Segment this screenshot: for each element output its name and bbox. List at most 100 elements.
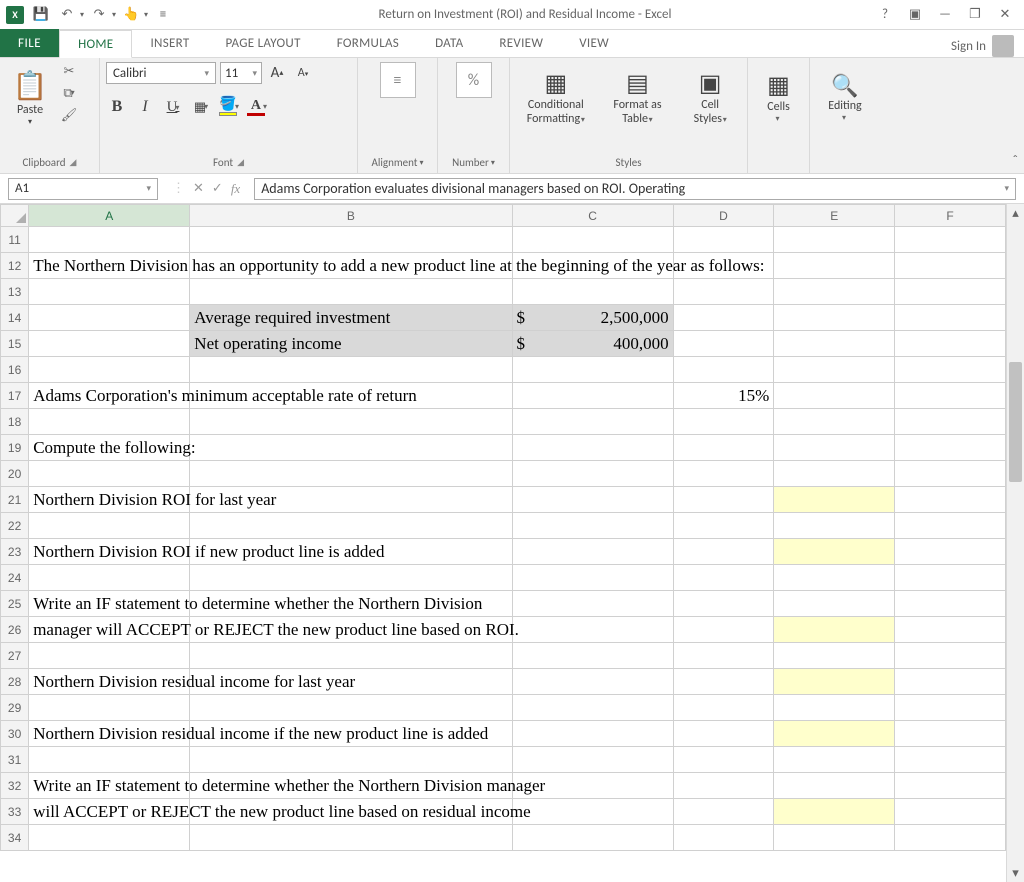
cell-A13[interactable]: [29, 279, 190, 305]
cut-button[interactable]: ✂: [60, 62, 78, 80]
vertical-scrollbar[interactable]: ▴ ▾: [1006, 204, 1024, 882]
cell-D34[interactable]: [673, 825, 774, 851]
close-button[interactable]: ✕: [996, 6, 1014, 24]
expand-formula-bar-icon[interactable]: ▾: [1004, 183, 1009, 194]
cell-B19[interactable]: [190, 435, 512, 461]
cell-C14[interactable]: $2,500,000: [512, 305, 673, 331]
cell-D15[interactable]: [673, 331, 774, 357]
cell-C11[interactable]: [512, 227, 673, 253]
cell-A21[interactable]: Northern Division ROI for last year: [29, 487, 190, 513]
row-header-23[interactable]: 23: [1, 539, 29, 565]
cell-C19[interactable]: [512, 435, 673, 461]
number-label[interactable]: Number: [452, 156, 489, 169]
cell-E28[interactable]: [774, 669, 895, 695]
cell-F27[interactable]: [895, 643, 1006, 669]
cell-B29[interactable]: [190, 695, 512, 721]
cell-F29[interactable]: [895, 695, 1006, 721]
cell-E13[interactable]: [774, 279, 895, 305]
cell-F11[interactable]: [895, 227, 1006, 253]
tab-view[interactable]: VIEW: [561, 29, 627, 57]
cell-C27[interactable]: [512, 643, 673, 669]
cell-C22[interactable]: [512, 513, 673, 539]
cell-F25[interactable]: [895, 591, 1006, 617]
cell-A25[interactable]: Write an IF statement to determine wheth…: [29, 591, 190, 617]
name-box[interactable]: A1▾: [8, 178, 158, 200]
cell-E29[interactable]: [774, 695, 895, 721]
row-header-15[interactable]: 15: [1, 331, 29, 357]
cell-E30[interactable]: [774, 721, 895, 747]
qat-customize-button[interactable]: ≡: [152, 4, 174, 26]
tab-home[interactable]: HOME: [59, 30, 132, 58]
cell-E14[interactable]: [774, 305, 895, 331]
cell-F33[interactable]: [895, 799, 1006, 825]
tab-file[interactable]: FILE: [0, 29, 59, 57]
cell-F34[interactable]: [895, 825, 1006, 851]
cell-E12[interactable]: [774, 253, 895, 279]
row-header-17[interactable]: 17: [1, 383, 29, 409]
cell-A12[interactable]: The Northern Division has an opportunity…: [29, 253, 190, 279]
row-header-16[interactable]: 16: [1, 357, 29, 383]
clipboard-dialog-launcher[interactable]: ◢: [70, 157, 77, 168]
cell-F19[interactable]: [895, 435, 1006, 461]
scroll-down-button[interactable]: ▾: [1007, 864, 1024, 882]
cell-E21[interactable]: [774, 487, 895, 513]
alignment-dropdown-icon[interactable]: ▾: [419, 158, 423, 168]
column-header-E[interactable]: E: [774, 205, 895, 227]
cell-E11[interactable]: [774, 227, 895, 253]
excel-icon[interactable]: X: [4, 4, 26, 26]
cell-B34[interactable]: [190, 825, 512, 851]
cell-D14[interactable]: [673, 305, 774, 331]
cell-D27[interactable]: [673, 643, 774, 669]
tab-formulas[interactable]: FORMULAS: [319, 29, 417, 57]
cell-F12[interactable]: [895, 253, 1006, 279]
cell-A31[interactable]: [29, 747, 190, 773]
cell-F24[interactable]: [895, 565, 1006, 591]
cell-B14[interactable]: Average required investment: [190, 305, 512, 331]
cell-C33[interactable]: [512, 799, 673, 825]
cell-E23[interactable]: [774, 539, 895, 565]
undo-button[interactable]: ↶: [56, 4, 78, 26]
scroll-up-button[interactable]: ▴: [1007, 204, 1024, 222]
cell-E16[interactable]: [774, 357, 895, 383]
row-header-11[interactable]: 11: [1, 227, 29, 253]
column-header-C[interactable]: C: [512, 205, 673, 227]
enter-formula-button[interactable]: ✓: [212, 181, 223, 196]
cell-E15[interactable]: [774, 331, 895, 357]
column-header-A[interactable]: A: [29, 205, 190, 227]
minimize-button[interactable]: —: [936, 6, 954, 24]
ribbon-display-button[interactable]: ▣: [906, 6, 924, 24]
cell-E17[interactable]: [774, 383, 895, 409]
cell-F28[interactable]: [895, 669, 1006, 695]
user-avatar-icon[interactable]: [992, 35, 1014, 57]
cell-D18[interactable]: [673, 409, 774, 435]
touch-mode-button[interactable]: 👆: [120, 4, 142, 26]
cell-C13[interactable]: [512, 279, 673, 305]
underline-button[interactable]: U▾: [162, 96, 184, 118]
cell-E34[interactable]: [774, 825, 895, 851]
paste-button[interactable]: 📋 Paste ▾: [6, 62, 54, 132]
cell-E18[interactable]: [774, 409, 895, 435]
cell-F13[interactable]: [895, 279, 1006, 305]
cell-A27[interactable]: [29, 643, 190, 669]
help-button[interactable]: ?: [876, 6, 894, 24]
cell-D16[interactable]: [673, 357, 774, 383]
editing-button[interactable]: 🔍 Editing▾: [820, 62, 870, 132]
cell-C29[interactable]: [512, 695, 673, 721]
cell-C23[interactable]: [512, 539, 673, 565]
undo-dropdown-icon[interactable]: ▾: [80, 10, 84, 20]
cell-A34[interactable]: [29, 825, 190, 851]
cell-E24[interactable]: [774, 565, 895, 591]
number-dropdown-icon[interactable]: ▾: [491, 158, 495, 168]
cell-F23[interactable]: [895, 539, 1006, 565]
row-header-20[interactable]: 20: [1, 461, 29, 487]
decrease-font-button[interactable]: A▾: [292, 62, 314, 84]
cell-B27[interactable]: [190, 643, 512, 669]
column-header-F[interactable]: F: [895, 205, 1006, 227]
row-header-13[interactable]: 13: [1, 279, 29, 305]
cell-F30[interactable]: [895, 721, 1006, 747]
cell-D21[interactable]: [673, 487, 774, 513]
formula-input[interactable]: Adams Corporation evaluates divisional m…: [254, 178, 1016, 200]
font-name-selector[interactable]: Calibri▾: [106, 62, 216, 84]
cell-A16[interactable]: [29, 357, 190, 383]
cell-E19[interactable]: [774, 435, 895, 461]
